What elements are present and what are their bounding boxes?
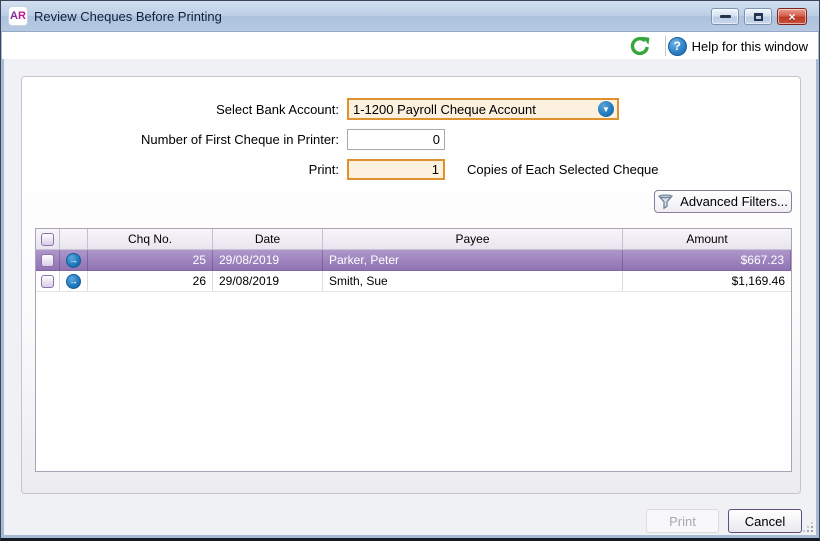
content-panel: Select Bank Account: 1-1200 Payroll Cheq…: [21, 76, 801, 494]
print-copies-row: Print: Copies of Each Selected Cheque: [27, 158, 659, 180]
row-arrow-cell: →: [60, 271, 88, 291]
app-logo-icon: AR: [8, 6, 28, 26]
cell-payee: Smith, Sue: [323, 271, 623, 291]
header-payee: Payee: [323, 229, 623, 249]
header-checkbox-cell: [36, 229, 60, 249]
refresh-icon: [628, 34, 652, 58]
bank-account-value: 1-1200 Payroll Cheque Account: [353, 102, 536, 117]
cell-date: 29/08/2019: [213, 250, 323, 270]
advanced-filters-button[interactable]: Advanced Filters...: [654, 190, 792, 213]
first-cheque-label: Number of First Cheque in Printer:: [27, 132, 347, 147]
maximize-icon: [754, 13, 763, 21]
window-border-bottom: [1, 535, 819, 538]
cell-date: 29/08/2019: [213, 271, 323, 291]
row-checkbox-cell: [36, 250, 60, 270]
window-title: Review Cheques Before Printing: [34, 9, 222, 24]
bank-account-label: Select Bank Account:: [27, 102, 347, 117]
close-icon: ×: [788, 11, 795, 23]
resize-grip[interactable]: [802, 521, 814, 533]
filter-icon: [658, 194, 673, 210]
table-header-row: Chq No. Date Payee Amount: [36, 229, 791, 250]
row-checkbox[interactable]: [41, 254, 54, 267]
header-chq-no: Chq No.: [88, 229, 213, 249]
cell-chq-no: 25: [88, 250, 213, 270]
bank-account-select[interactable]: 1-1200 Payroll Cheque Account ▼: [347, 98, 619, 120]
advanced-filters-label: Advanced Filters...: [680, 194, 788, 209]
close-button[interactable]: ×: [777, 8, 807, 25]
help-button[interactable]: ? Help for this window: [668, 35, 808, 57]
window-border-left: [1, 31, 4, 538]
print-copies-label: Print:: [27, 162, 347, 177]
copies-suffix-label: Copies of Each Selected Cheque: [467, 162, 659, 177]
chevron-down-icon[interactable]: ▼: [598, 101, 614, 117]
select-all-checkbox[interactable]: [41, 233, 54, 246]
row-checkbox-cell: [36, 271, 60, 291]
toolbar-divider: [665, 36, 666, 56]
print-button[interactable]: Print: [646, 509, 719, 533]
table-row[interactable]: → 26 29/08/2019 Smith, Sue $1,169.46: [36, 271, 791, 292]
app-logo-letter-r: R: [18, 10, 26, 22]
header-date: Date: [213, 229, 323, 249]
first-cheque-row: Number of First Cheque in Printer:: [27, 128, 445, 150]
first-cheque-input[interactable]: [347, 129, 445, 150]
cancel-button[interactable]: Cancel: [728, 509, 802, 533]
help-label: Help for this window: [692, 39, 808, 54]
detail-arrow-icon[interactable]: →: [66, 253, 81, 268]
dialog-window: AR Review Cheques Before Printing × ? H: [0, 0, 820, 541]
cell-chq-no: 26: [88, 271, 213, 291]
maximize-button[interactable]: [744, 8, 772, 25]
help-icon: ?: [668, 37, 687, 56]
header-amount: Amount: [623, 229, 791, 249]
window-controls: ×: [711, 8, 807, 25]
cell-amount: $1,169.46: [623, 271, 791, 291]
minimize-button[interactable]: [711, 8, 739, 25]
toolbar: ? Help for this window: [2, 32, 818, 59]
print-copies-input[interactable]: [347, 159, 445, 180]
header-arrow-cell: [60, 229, 88, 249]
row-arrow-cell: →: [60, 250, 88, 270]
refresh-button[interactable]: [628, 34, 652, 58]
bank-account-row: Select Bank Account: 1-1200 Payroll Cheq…: [27, 98, 619, 120]
table-row[interactable]: → 25 29/08/2019 Parker, Peter $667.23: [36, 250, 791, 271]
titlebar[interactable]: AR Review Cheques Before Printing ×: [1, 1, 819, 32]
minimize-icon: [720, 15, 731, 18]
cell-payee: Parker, Peter: [323, 250, 623, 270]
app-logo-letter-a: A: [10, 10, 18, 22]
window-border-right: [816, 31, 819, 538]
row-checkbox[interactable]: [41, 275, 54, 288]
detail-arrow-icon[interactable]: →: [66, 274, 81, 289]
cheque-table: Chq No. Date Payee Amount → 25 29/08/201…: [35, 228, 792, 472]
cell-amount: $667.23: [623, 250, 791, 270]
